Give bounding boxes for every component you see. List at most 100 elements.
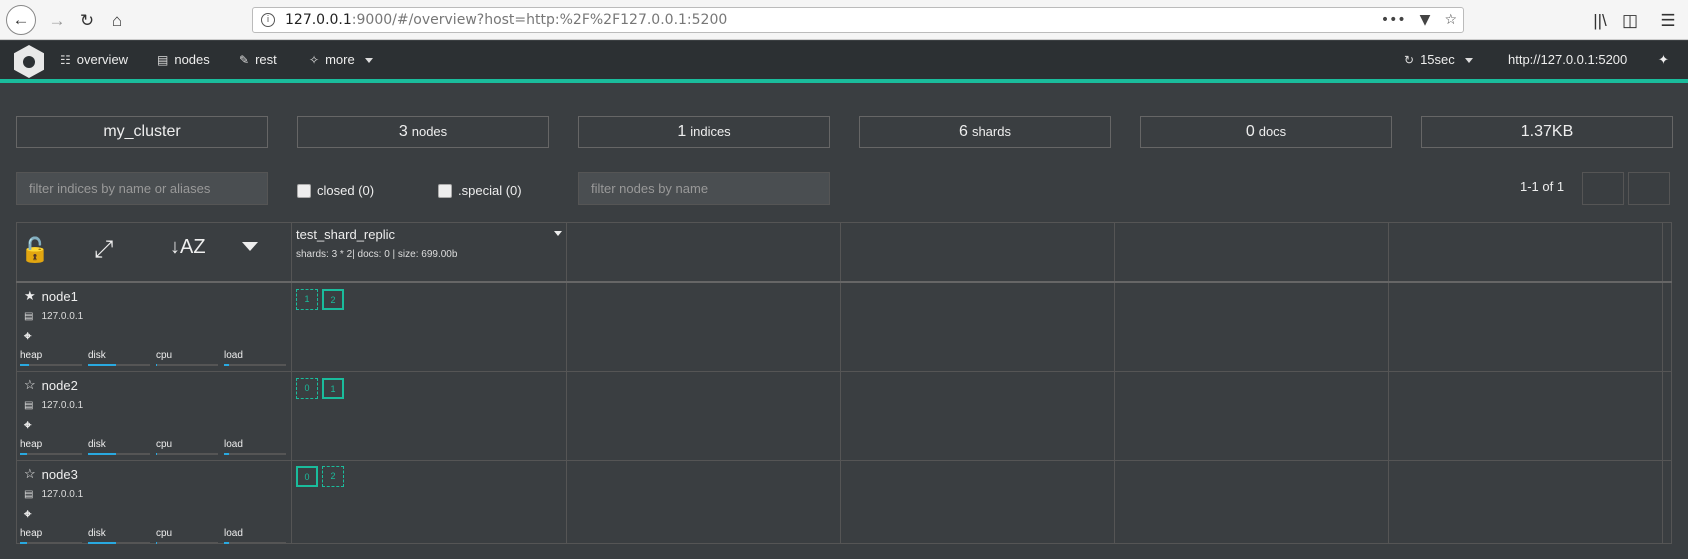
sidebar-icon[interactable]: ◫ [1617,8,1643,34]
nav-rest-label: rest [255,52,277,67]
node-row: ★ node1 ▤ 127.0.0.1 ⌖ heap disk cpu load [20,284,290,372]
checkbox-icon[interactable] [297,183,311,198]
heap-label: heap [20,439,43,450]
disk-metric: disk [88,528,150,544]
heap-label: heap [20,350,43,361]
filter-nodes-input[interactable]: filter nodes by name [578,172,830,205]
nav-nodes-label: nodes [174,52,210,67]
node-ip: 127.0.0.1 [41,400,84,411]
nav-rest[interactable]: ✎ rest [239,41,277,79]
indices-unit: indices [690,124,731,139]
drive-icon: ▤ [24,489,34,500]
grid-divider [1114,222,1115,544]
master-star-icon: ★ [24,288,36,303]
hamburger-menu-icon[interactable]: ☰ [1655,8,1681,34]
server-icon: ▤ [157,53,169,67]
checkbox-icon[interactable] [438,183,452,198]
load-bar [224,453,229,455]
disk-label: disk [88,350,106,361]
disconnect-plug-icon[interactable]: ✦ [1658,41,1669,79]
shard-box[interactable]: 0 [296,378,318,399]
info-icon[interactable]: i [261,13,275,27]
crop-icon: ⌖ [24,328,32,343]
node-name[interactable]: node3 [42,467,78,482]
chevron-down-icon [364,57,373,63]
shard-box[interactable]: 0 [296,466,318,487]
chevron-down-icon[interactable] [242,242,258,251]
back-icon[interactable]: ← [6,5,36,35]
bookmark-star-icon[interactable]: ☆ [1444,8,1457,32]
cluster-name-stat: my_cluster [16,116,268,148]
shards-count: 6 [959,123,968,140]
forward-icon[interactable]: → [44,8,70,34]
grid-divider [566,222,567,544]
shard-box[interactable]: 2 [322,466,344,487]
expand-icon[interactable]: ⤢ [94,236,113,264]
nav-more[interactable]: ✧ more [309,41,373,79]
reload-icon[interactable]: ↻ [74,8,100,34]
docs-stat: 0 docs [1140,116,1392,148]
index-menu-caret-icon[interactable] [554,231,562,236]
pagination-info: 1-1 of 1 [1520,179,1565,194]
url-host: 127.0.0.1 [285,12,352,28]
disk-label: disk [88,528,106,539]
closed-checkbox[interactable]: closed (0) [297,183,374,198]
load-label: load [224,350,243,361]
edit-icon: ✎ [239,53,250,67]
refresh-icon: ↻ [1404,53,1415,67]
unlock-icon[interactable]: 🔓 [20,236,50,265]
grid-divider [840,222,841,544]
page-actions-icon[interactable]: ••• [1381,8,1406,32]
heap-metric: heap [20,350,82,366]
cpu-metric: cpu [156,528,218,544]
node-name[interactable]: node1 [42,289,78,304]
heap-metric: heap [20,528,82,544]
nav-overview[interactable]: ☷ overview [60,41,128,79]
drive-icon: ▤ [24,311,34,322]
special-label: .special (0) [458,183,522,198]
heap-metric: heap [20,439,82,455]
shard-box[interactable]: 1 [296,289,318,310]
filter-indices-input[interactable]: filter indices by name or aliases [16,172,268,205]
nodes-unit: nodes [411,124,448,139]
app-navbar: ☷ overview ▤ nodes ✎ rest ✧ more ↻ 15sec… [0,41,1688,83]
nav-more-label: more [325,52,355,67]
heap-bar [20,364,30,366]
disk-label: disk [88,439,106,450]
address-bar[interactable]: i 127.0.0.1:9000/#/overview?host=http:%2… [252,7,1464,33]
crop-icon: ⌖ [24,417,32,432]
home-icon[interactable]: ⌂ [104,8,130,34]
cpu-label: cpu [156,528,173,539]
nodes-stat: 3 nodes [297,116,549,148]
chevron-down-icon [1464,57,1473,63]
previous-page-button[interactable] [1582,172,1624,205]
cerebro-logo-icon[interactable] [14,45,44,78]
star-outline-icon: ☆ [24,377,36,392]
url-path: :9000/#/overview?host=http:%2F%2F127.0.0… [351,12,728,28]
grid-divider [16,281,1672,283]
drive-icon: ▤ [24,400,34,411]
closed-label: closed (0) [317,183,375,198]
disk-bar [88,364,116,366]
sort-alpha-icon[interactable]: ↓AZ [170,236,206,259]
shard-box[interactable]: 2 [322,289,344,310]
cpu-bar [156,542,158,544]
pocket-icon[interactable]: ▼ [1420,8,1431,32]
shard-box[interactable]: 1 [322,378,344,399]
disk-metric: disk [88,439,150,455]
index-name[interactable]: test_shard_replic [296,227,395,242]
sitemap-icon: ☷ [60,53,71,67]
refresh-interval-dropdown[interactable]: ↻ 15sec [1404,41,1473,79]
heap-label: heap [20,528,43,539]
connected-host[interactable]: http://127.0.0.1:5200 [1508,41,1627,79]
special-checkbox[interactable]: .special (0) [438,183,522,198]
next-page-button[interactable] [1628,172,1670,205]
indices-stat: 1 indices [578,116,830,148]
browser-toolbar: ← → ↻ ⌂ i 127.0.0.1:9000/#/overview?host… [0,0,1688,40]
library-icon[interactable]: ||\ [1587,8,1613,34]
load-metric: load [224,528,286,544]
docs-count: 0 [1245,123,1255,140]
node-name[interactable]: node2 [42,378,78,393]
nav-nodes[interactable]: ▤ nodes [157,41,210,79]
index-meta: shards: 3 * 2| docs: 0 | size: 699.00b [296,249,458,260]
